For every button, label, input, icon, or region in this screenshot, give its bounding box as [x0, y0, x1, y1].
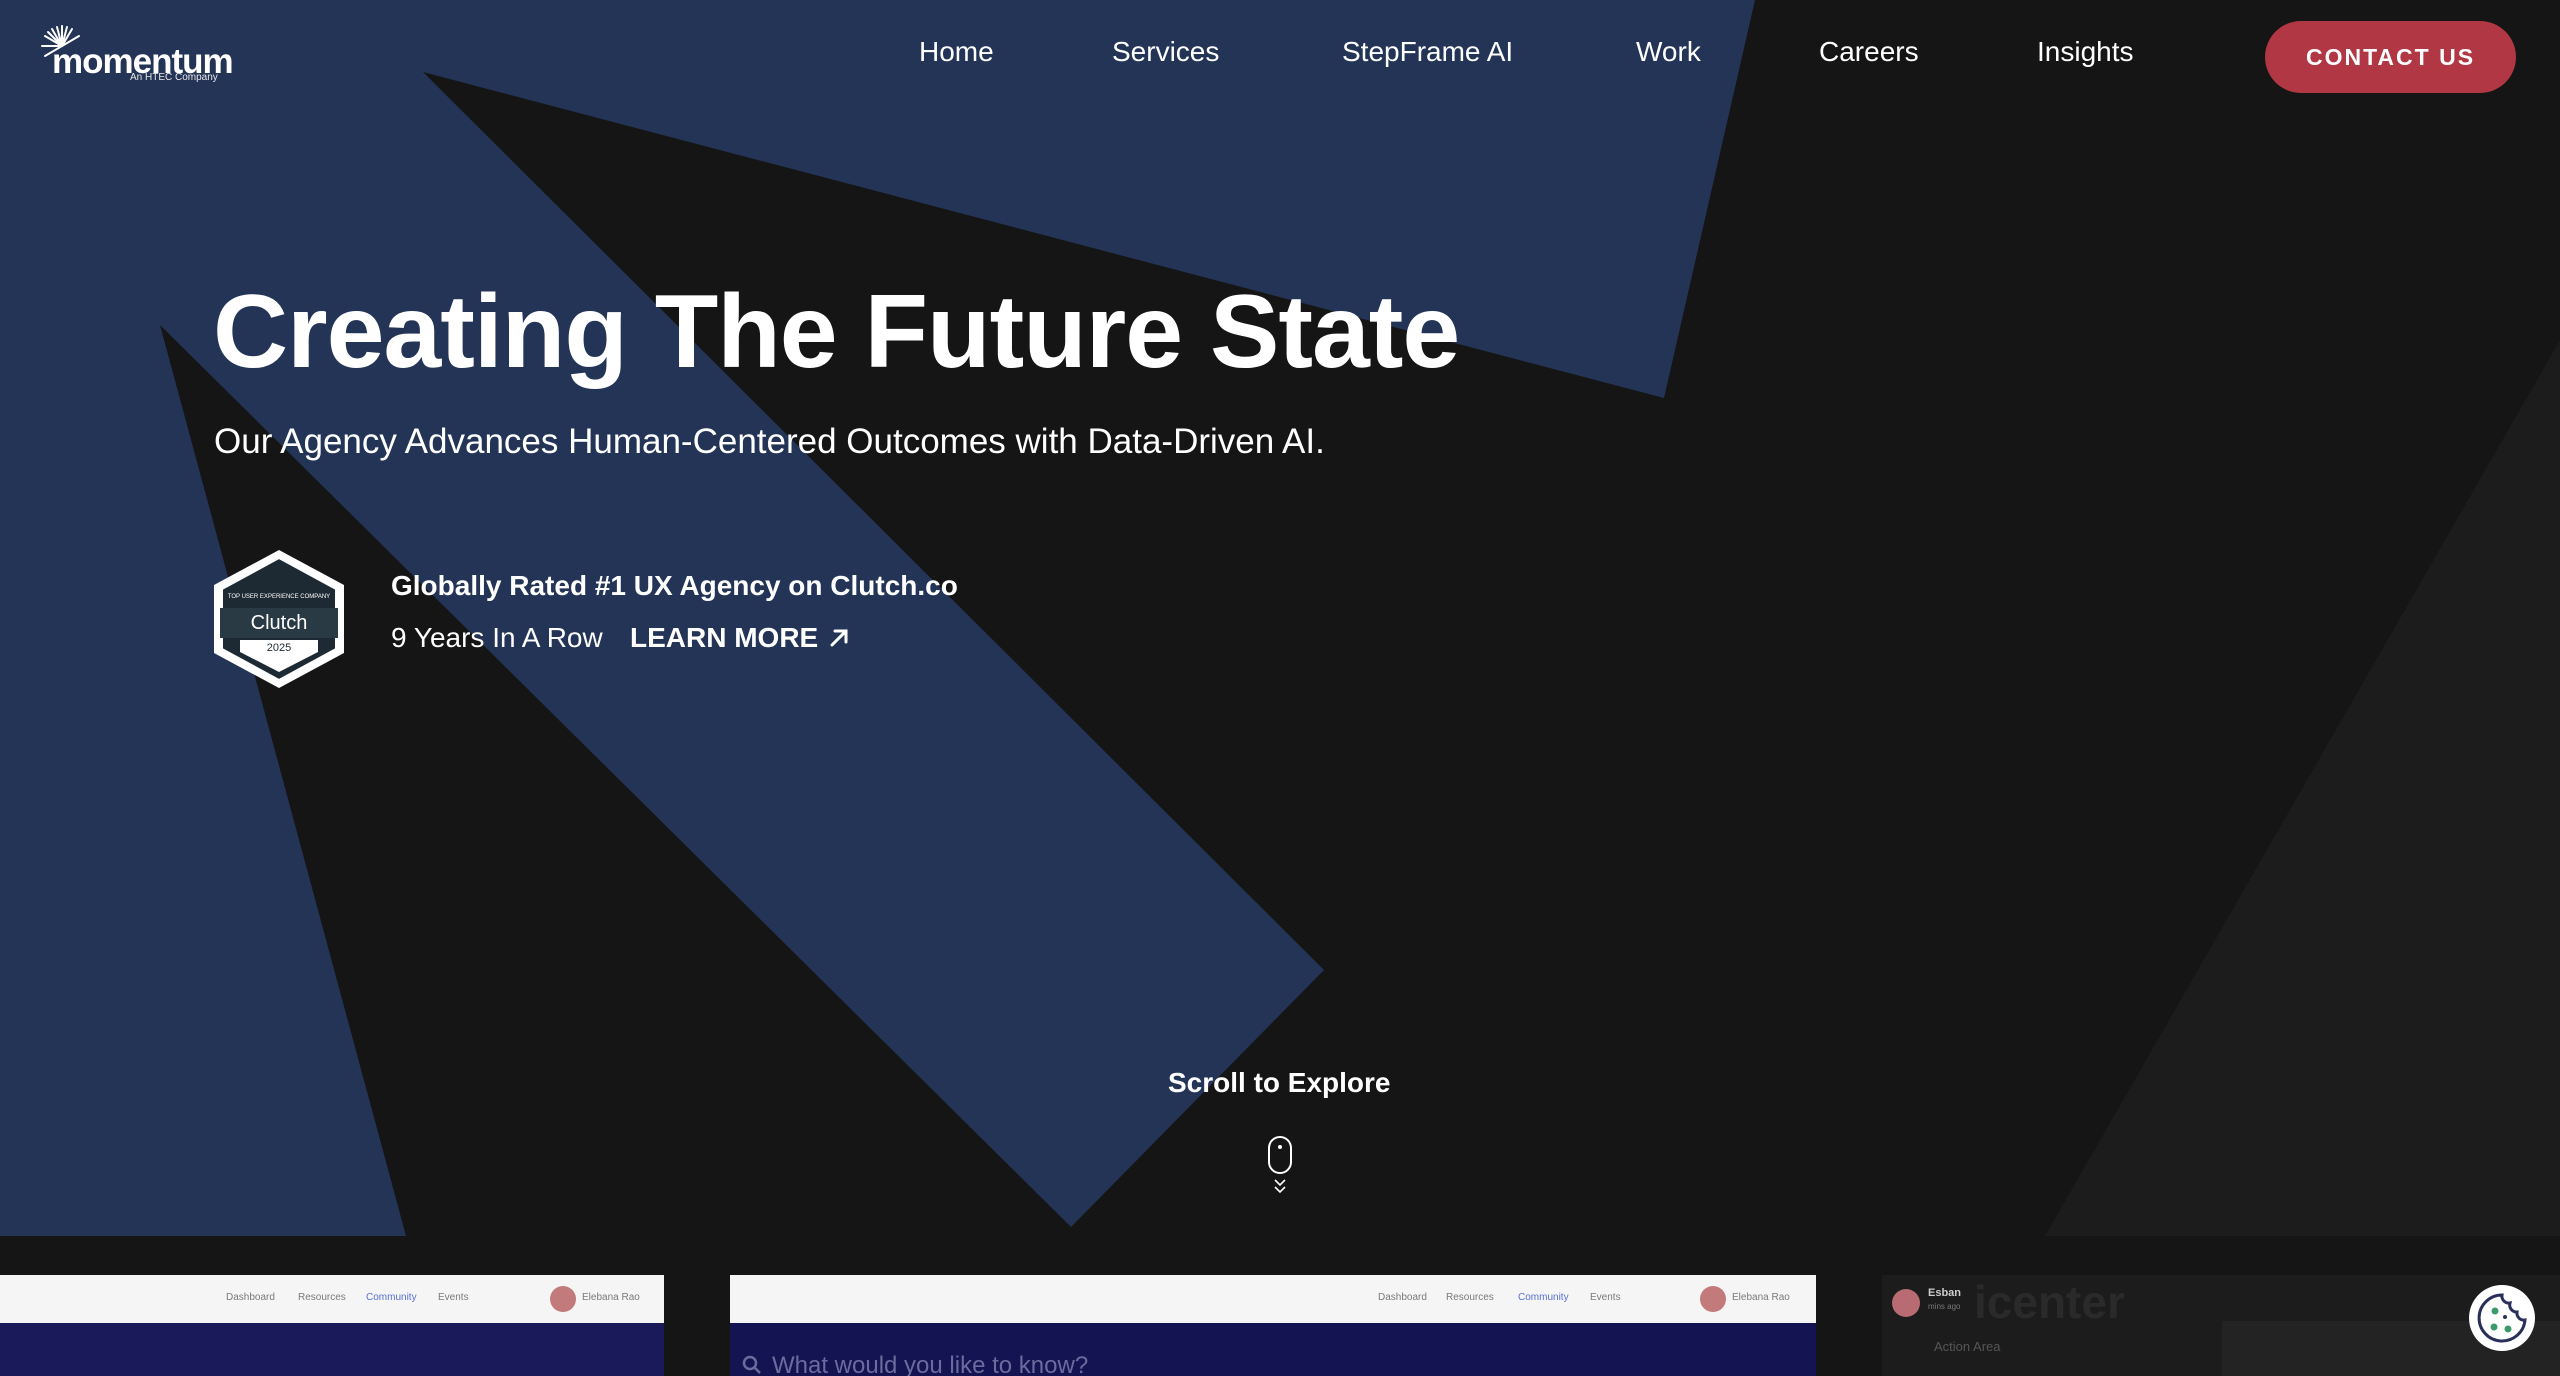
learn-more-link[interactable]: LEARN MORE: [630, 622, 850, 654]
search-icon: [742, 1355, 761, 1374]
preview1-nav-resources: Resources: [298, 1292, 346, 1303]
preview2-nav-events: Events: [1590, 1292, 1621, 1303]
preview1-user: Elebana Rao: [582, 1292, 640, 1303]
preview-card-1[interactable]: Dashboard Resources Community Events Ele…: [0, 1275, 664, 1376]
cookie-icon[interactable]: [2467, 1283, 2537, 1353]
nav-item-stepframe-ai[interactable]: StepFrame AI: [1342, 36, 1513, 68]
preview1-nav-community: Community: [366, 1292, 417, 1303]
nav-item-careers[interactable]: Careers: [1819, 36, 1919, 68]
badge-top-text: TOP USER EXPERIENCE COMPANY: [228, 594, 330, 600]
preview1-nav-events: Events: [438, 1292, 469, 1303]
mouse-scroll-icon[interactable]: [1266, 1135, 1294, 1197]
main-nav: Home Services StepFrame AI Work Careers …: [0, 36, 2560, 76]
preview-card-3[interactable]: Esban mins ago icenter Action Area: [1882, 1275, 2560, 1376]
badge-name-text: Clutch: [251, 612, 308, 634]
preview2-nav-community: Community: [1518, 1292, 1569, 1303]
nav-item-insights[interactable]: Insights: [2037, 36, 2134, 68]
nav-item-services[interactable]: Services: [1112, 36, 1219, 68]
hero-subtitle: Our Agency Advances Human-Centered Outco…: [214, 422, 1325, 461]
learn-more-label: LEARN MORE: [630, 622, 819, 653]
scroll-to-explore-label: Scroll to Explore: [1168, 1067, 1391, 1098]
preview2-avatar: [1700, 1286, 1726, 1312]
preview2-nav-resources: Resources: [1446, 1292, 1494, 1303]
nav-item-work[interactable]: Work: [1636, 36, 1701, 68]
preview2-nav-dashboard: Dashboard: [1378, 1292, 1427, 1303]
preview2-search-placeholder: What would you like to know?: [772, 1352, 1089, 1376]
preview-card-2-topbar: Dashboard Resources Community Events Ele…: [730, 1275, 1816, 1323]
preview3-user: Esban: [1928, 1287, 1962, 1299]
hero-title: Creating The Future State: [213, 274, 1460, 390]
preview-card-1-topbar: Dashboard Resources Community Events Ele…: [0, 1275, 664, 1323]
preview3-user-sub: mins ago: [1928, 1302, 1961, 1311]
badge-year-text: 2025: [267, 642, 291, 654]
preview1-nav-dashboard: Dashboard: [226, 1292, 275, 1303]
preview3-avatar: [1892, 1289, 1920, 1317]
clutch-badge[interactable]: TOP USER EXPERIENCE COMPANY Clutch 2025: [210, 548, 348, 690]
contact-us-button[interactable]: CONTACT US: [2265, 21, 2516, 93]
preview2-user: Elebana Rao: [1732, 1292, 1790, 1303]
clutch-years: 9 Years In A Row: [391, 622, 603, 653]
arrow-up-right-icon: [830, 629, 848, 647]
preview1-avatar: [550, 1286, 576, 1312]
preview-card-2[interactable]: Dashboard Resources Community Events Ele…: [730, 1275, 1816, 1376]
preview3-item: Action Area: [1934, 1339, 2001, 1354]
clutch-headline: Globally Rated #1 UX Agency on Clutch.co: [391, 570, 958, 601]
preview3-title: icenter: [1974, 1276, 2125, 1328]
nav-item-home[interactable]: Home: [919, 36, 994, 68]
